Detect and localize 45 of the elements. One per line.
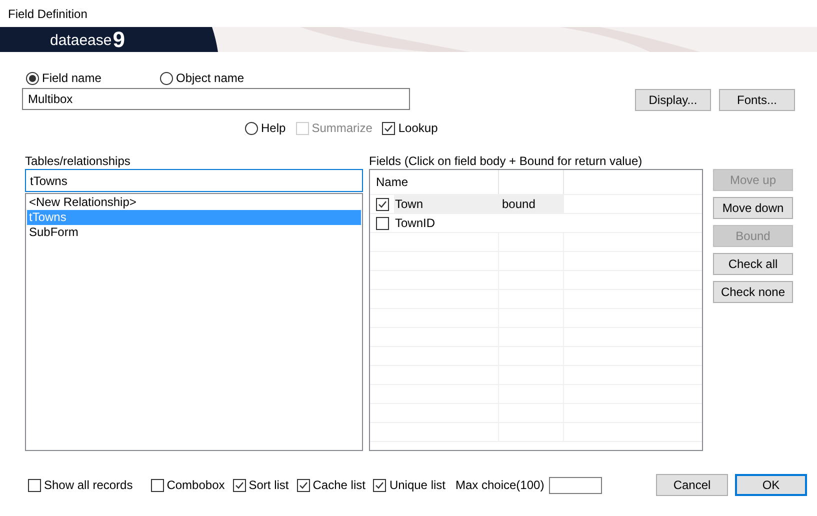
name-field[interactable]: Multibox: [22, 88, 410, 110]
button[interactable]: Cancel: [656, 474, 728, 496]
column-header[interactable]: Name: [370, 170, 499, 194]
checkbox-label: Show all records: [44, 477, 133, 494]
checkbox-label: Lookup: [398, 120, 438, 137]
button[interactable]: Display...: [635, 89, 711, 111]
list-item[interactable]: SubForm: [27, 225, 361, 240]
button[interactable]: Check all: [713, 253, 793, 275]
checkbox[interactable]: [376, 216, 388, 230]
window-title: Field Definition: [8, 6, 88, 22]
table-list[interactable]: <New Relationship> tTowns SubForm: [25, 193, 363, 451]
radio-button[interactable]: [26, 72, 39, 84]
section-label: Fields (Click on field body + Bound for return value): [369, 154, 644, 168]
checkbox-label: Combobox: [166, 477, 225, 494]
table-row[interactable]: TownID: [394, 214, 564, 232]
table-cell-text: Town: [394, 196, 424, 213]
checkbox-label: Unique list: [389, 477, 446, 494]
checkbox[interactable]: [150, 478, 164, 492]
max-choice-field[interactable]: [549, 476, 602, 494]
checkbox[interactable]: [373, 478, 386, 492]
checkbox-label: Sort list: [248, 477, 289, 494]
button[interactable]: Check none: [713, 281, 793, 303]
table-combo-field[interactable]: tTowns: [25, 169, 363, 192]
radio-button[interactable]: [245, 122, 258, 134]
checkbox[interactable]: [232, 478, 246, 492]
radio-button[interactable]: [160, 72, 173, 84]
checkbox-label: Cache list: [312, 477, 366, 494]
table-row[interactable]: Town bound: [394, 195, 564, 213]
section-label: Tables/relationships: [25, 154, 132, 168]
checkbox[interactable]: [382, 122, 396, 134]
checkbox[interactable]: [296, 478, 310, 492]
list-item[interactable]: <New Relationship>: [27, 195, 361, 210]
table-cell-text: bound: [501, 196, 536, 213]
field-label: Max choice(100): [455, 477, 544, 494]
button[interactable]: Move down: [713, 197, 793, 219]
button[interactable]: OK: [735, 474, 807, 496]
radio-label: Field name: [42, 70, 102, 87]
checkbox-label: Summarize: [312, 120, 372, 137]
button[interactable]: Fonts...: [719, 89, 795, 111]
table-cell-text: TownID: [394, 215, 436, 232]
checkbox[interactable]: [28, 478, 41, 492]
radio-label: Help: [261, 120, 286, 137]
checkbox[interactable]: [376, 198, 388, 210]
logo: dataease9: [50, 29, 125, 51]
radio-label: Object name: [176, 70, 244, 87]
